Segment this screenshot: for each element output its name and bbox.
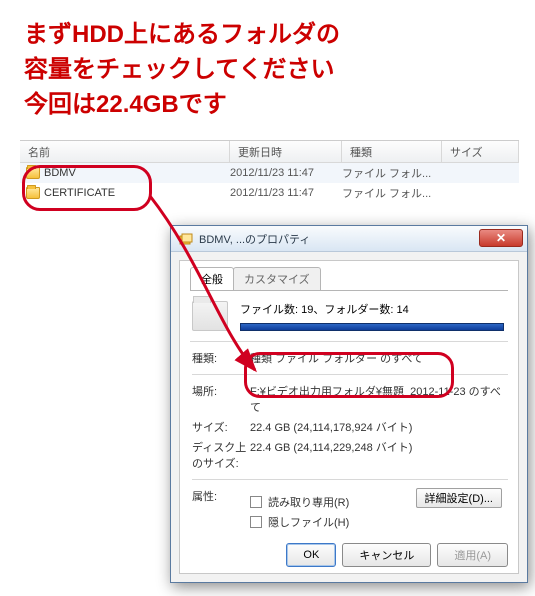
col-size[interactable]: サイズ [442,141,519,162]
close-button[interactable]: ✕ [479,229,523,247]
tab-customize[interactable]: カスタマイズ [233,267,321,290]
close-icon: ✕ [496,231,506,245]
label-readonly: 読み取り専用(R) [268,494,349,510]
label-size: サイズ: [192,419,250,435]
checkbox-readonly[interactable] [250,496,262,508]
value-size-on-disk: 22.4 GB (24,114,229,248 バイト) [250,439,508,471]
label-attributes: 属性: [192,488,250,532]
label-hidden: 隠しファイル(H) [268,514,349,530]
annotation-ring-size [244,352,454,398]
label-location: 場所: [192,383,250,415]
value-size: 22.4 GB (24,114,178,924 バイト) [250,419,508,435]
instruction-caption: まずHDD上にあるフォルダの 容量をチェックしてください 今回は22.4GBです [24,18,340,122]
folder-stack-icon [179,232,193,246]
col-type[interactable]: 種類 [342,141,442,162]
apply-button[interactable]: 適用(A) [437,543,508,567]
progress-bar [240,323,504,331]
ok-button[interactable]: OK [286,543,336,567]
column-headers: 名前 更新日時 種類 サイズ [20,141,519,163]
checkbox-hidden[interactable] [250,516,262,528]
label-kind: 種類: [192,350,250,366]
label-size-on-disk: ディスク上 のサイズ: [192,439,250,471]
file-count-summary: ファイル数: 19、フォルダー数: 14 [240,301,504,317]
dialog-title: BDMV, ...のプロパティ [199,231,310,247]
properties-dialog: BDMV, ...のプロパティ ✕ 全般 カスタマイズ ファイル数: 19、フォ… [170,225,528,583]
tab-general[interactable]: 全般 [190,267,234,290]
folder-stack-icon [192,301,228,331]
annotation-ring-folders [22,165,152,211]
cancel-button[interactable]: キャンセル [342,543,431,567]
col-date[interactable]: 更新日時 [230,141,342,162]
advanced-button[interactable]: 詳細設定(D)... [416,488,502,508]
dialog-titlebar[interactable]: BDMV, ...のプロパティ ✕ [171,226,527,252]
col-name[interactable]: 名前 [20,141,230,162]
